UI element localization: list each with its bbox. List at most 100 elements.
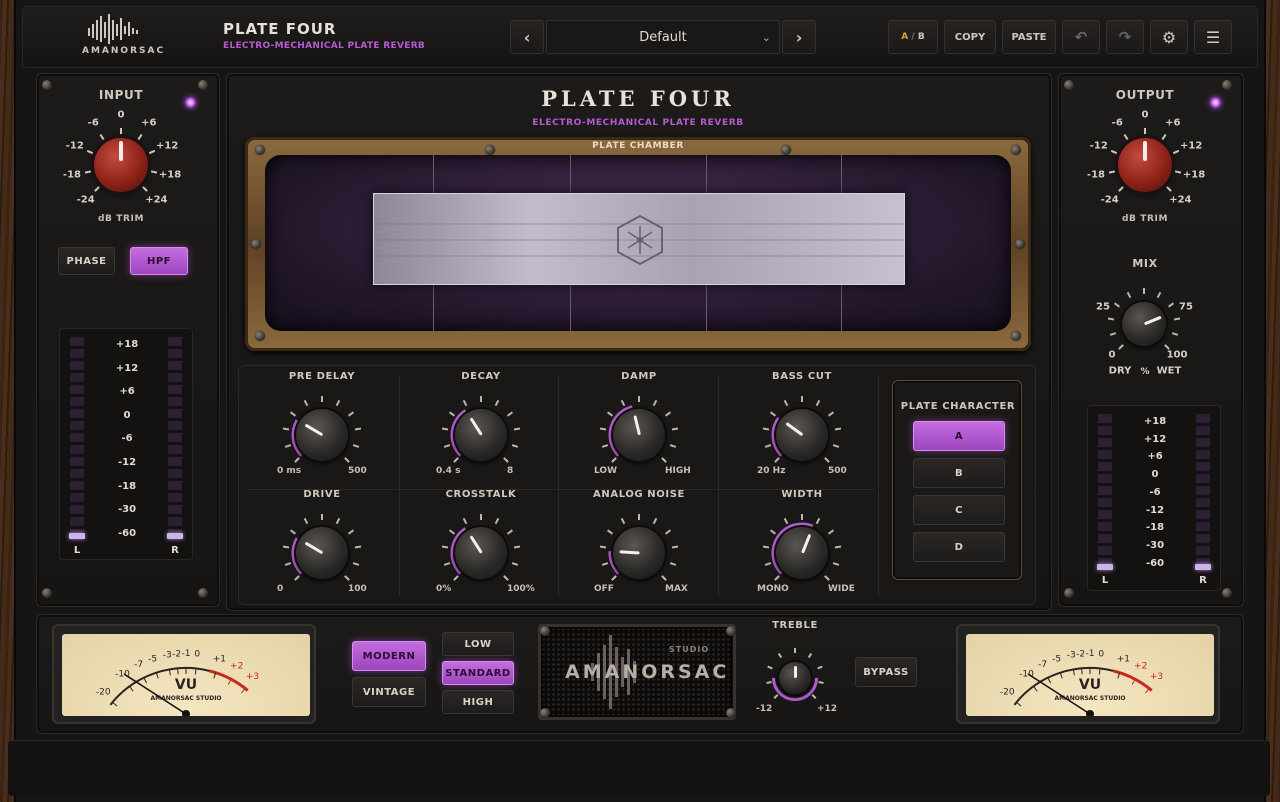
meter-left-label: L [1101, 575, 1109, 586]
scale-tick [151, 170, 158, 174]
gear-icon: ⚙ [1161, 27, 1177, 47]
damp-min-label: LOW [594, 466, 617, 476]
knob-scale-tick [638, 396, 640, 402]
output-trim-knob[interactable] [1118, 138, 1172, 192]
knob-scale-tick [480, 396, 482, 402]
vu-label: VU [175, 677, 197, 693]
meter-right-label: R [1199, 575, 1207, 586]
vu-meter-right: -20 -10 -7 -5 -3 -2 -1 0 +1 +2 +3 VU AMANORSAC STUDI… [956, 624, 1220, 724]
knob-scale-tick [321, 514, 323, 520]
input-trim-knob[interactable] [94, 138, 148, 192]
pre-delay-max-label: 500 [348, 466, 367, 476]
mix-label-100: 100 [1166, 349, 1188, 361]
ab-compare-button[interactable]: A / B [888, 20, 938, 54]
mix-wet-label: WET [1156, 365, 1182, 377]
vu-scale-label: -3 [1067, 651, 1076, 661]
vu-scale-label: -3 [163, 651, 172, 661]
undo-button[interactable]: ↶ [1062, 20, 1100, 54]
reverb-plate [373, 193, 906, 285]
screw-icon [1222, 588, 1232, 598]
quality-high-button[interactable]: HIGH [442, 690, 514, 714]
vu-scale-label: +1 [213, 654, 226, 664]
meter-scale-label: -60 [1145, 557, 1165, 569]
knob-pointer [304, 423, 323, 437]
meter-peak-right [1195, 564, 1211, 570]
screw-icon [198, 80, 208, 90]
input-scale-label: +6 [141, 117, 157, 129]
input-scale-label: -18 [62, 169, 81, 181]
knob-pointer [469, 535, 483, 554]
vintage-mode-button[interactable]: VINTAGE [352, 677, 426, 707]
product-subtitle: ELECTRO-MECHANICAL PLATE REVERB [223, 41, 426, 51]
knob-pointer [469, 417, 483, 436]
meter-peak-left [69, 533, 85, 539]
crosstalk-knob[interactable] [455, 527, 507, 579]
screw-icon [42, 588, 52, 598]
preset-selector[interactable]: Default ⌄ [546, 20, 780, 54]
phase-button[interactable]: PHASE [58, 247, 115, 275]
vu-scale-label: +2 [1134, 662, 1147, 672]
paste-button[interactable]: PASTE [1002, 20, 1056, 54]
modern-mode-button[interactable]: MODERN [352, 641, 426, 671]
analog-noise-min-label: OFF [594, 584, 614, 594]
grill-studio: STUDIO [669, 645, 710, 654]
vu-scale-label: -2 [172, 649, 181, 659]
redo-button[interactable]: ↷ [1106, 20, 1144, 54]
crosstalk-label: CROSSTALK [445, 489, 517, 500]
quality-low-button[interactable]: LOW [442, 632, 514, 656]
mix-knob[interactable] [1122, 302, 1166, 346]
decay-label: DECAY [461, 371, 501, 382]
vu-scale-label: -10 [1019, 670, 1034, 680]
analog-noise-knob[interactable] [613, 527, 665, 579]
input-scale-label: +24 [145, 194, 168, 206]
knob-scale-tick [638, 514, 640, 520]
output-scale-label: 0 [1141, 109, 1149, 121]
quality-standard-button[interactable]: STANDARD [442, 661, 514, 685]
menu-button[interactable]: ☰ [1194, 20, 1232, 54]
meter-left-label: L [73, 545, 81, 556]
scale-tick [120, 128, 122, 134]
drive-knob[interactable] [296, 527, 348, 579]
meter-scale-label: +6 [119, 386, 135, 398]
vu-scale-label: 0 [194, 650, 200, 660]
input-scale-label: 0 [117, 109, 125, 121]
plate-character-d-button[interactable]: D [913, 532, 1005, 562]
bypass-button[interactable]: BYPASS [855, 657, 917, 687]
scale-tick [1175, 170, 1182, 174]
crosstalk-min-label: 0% [436, 584, 452, 594]
meter-peak-left [1097, 564, 1113, 570]
output-scale-label: +24 [1169, 194, 1192, 206]
footer-bar [8, 740, 1270, 796]
meter-scale-label: 0 [1151, 469, 1159, 481]
pre-delay-knob[interactable] [296, 409, 348, 461]
vu-scale-label: -20 [1000, 688, 1015, 698]
copy-button[interactable]: COPY [944, 20, 996, 54]
bass-cut-knob[interactable] [776, 409, 828, 461]
damp-max-label: HIGH [665, 466, 691, 476]
meter-scale-label: -18 [1145, 522, 1165, 534]
treble-min-label: -12 [756, 704, 773, 714]
decay-knob[interactable] [455, 409, 507, 461]
brand-logo-icon [88, 14, 138, 44]
treble-knob[interactable] [779, 662, 811, 694]
hpf-button[interactable]: HPF [130, 247, 188, 275]
settings-button[interactable]: ⚙ [1150, 20, 1188, 54]
width-knob[interactable] [776, 527, 828, 579]
width-label: WIDTH [781, 489, 823, 500]
meter-scale-label: -12 [117, 457, 137, 468]
redo-icon: ↷ [1118, 28, 1132, 46]
vu-scale-label: -20 [96, 688, 111, 698]
damp-knob[interactable] [613, 409, 665, 461]
plate-character-b-button[interactable]: B [913, 458, 1005, 488]
meter-scale-label: +18 [1143, 416, 1167, 427]
plate-chamber-window [265, 155, 1011, 331]
prev-preset-button[interactable]: ‹ [510, 20, 544, 54]
meter-scale-label: -18 [117, 480, 137, 492]
damp-label: DAMP [621, 371, 657, 382]
next-preset-button[interactable]: › [782, 20, 816, 54]
plate-character-c-button[interactable]: C [913, 495, 1005, 525]
decay-max-label: 8 [507, 466, 514, 476]
plate-character-a-button[interactable]: A [913, 421, 1005, 451]
output-title: OUTPUT [1115, 88, 1175, 102]
pre-delay-min-label: 0 ms [277, 466, 302, 476]
